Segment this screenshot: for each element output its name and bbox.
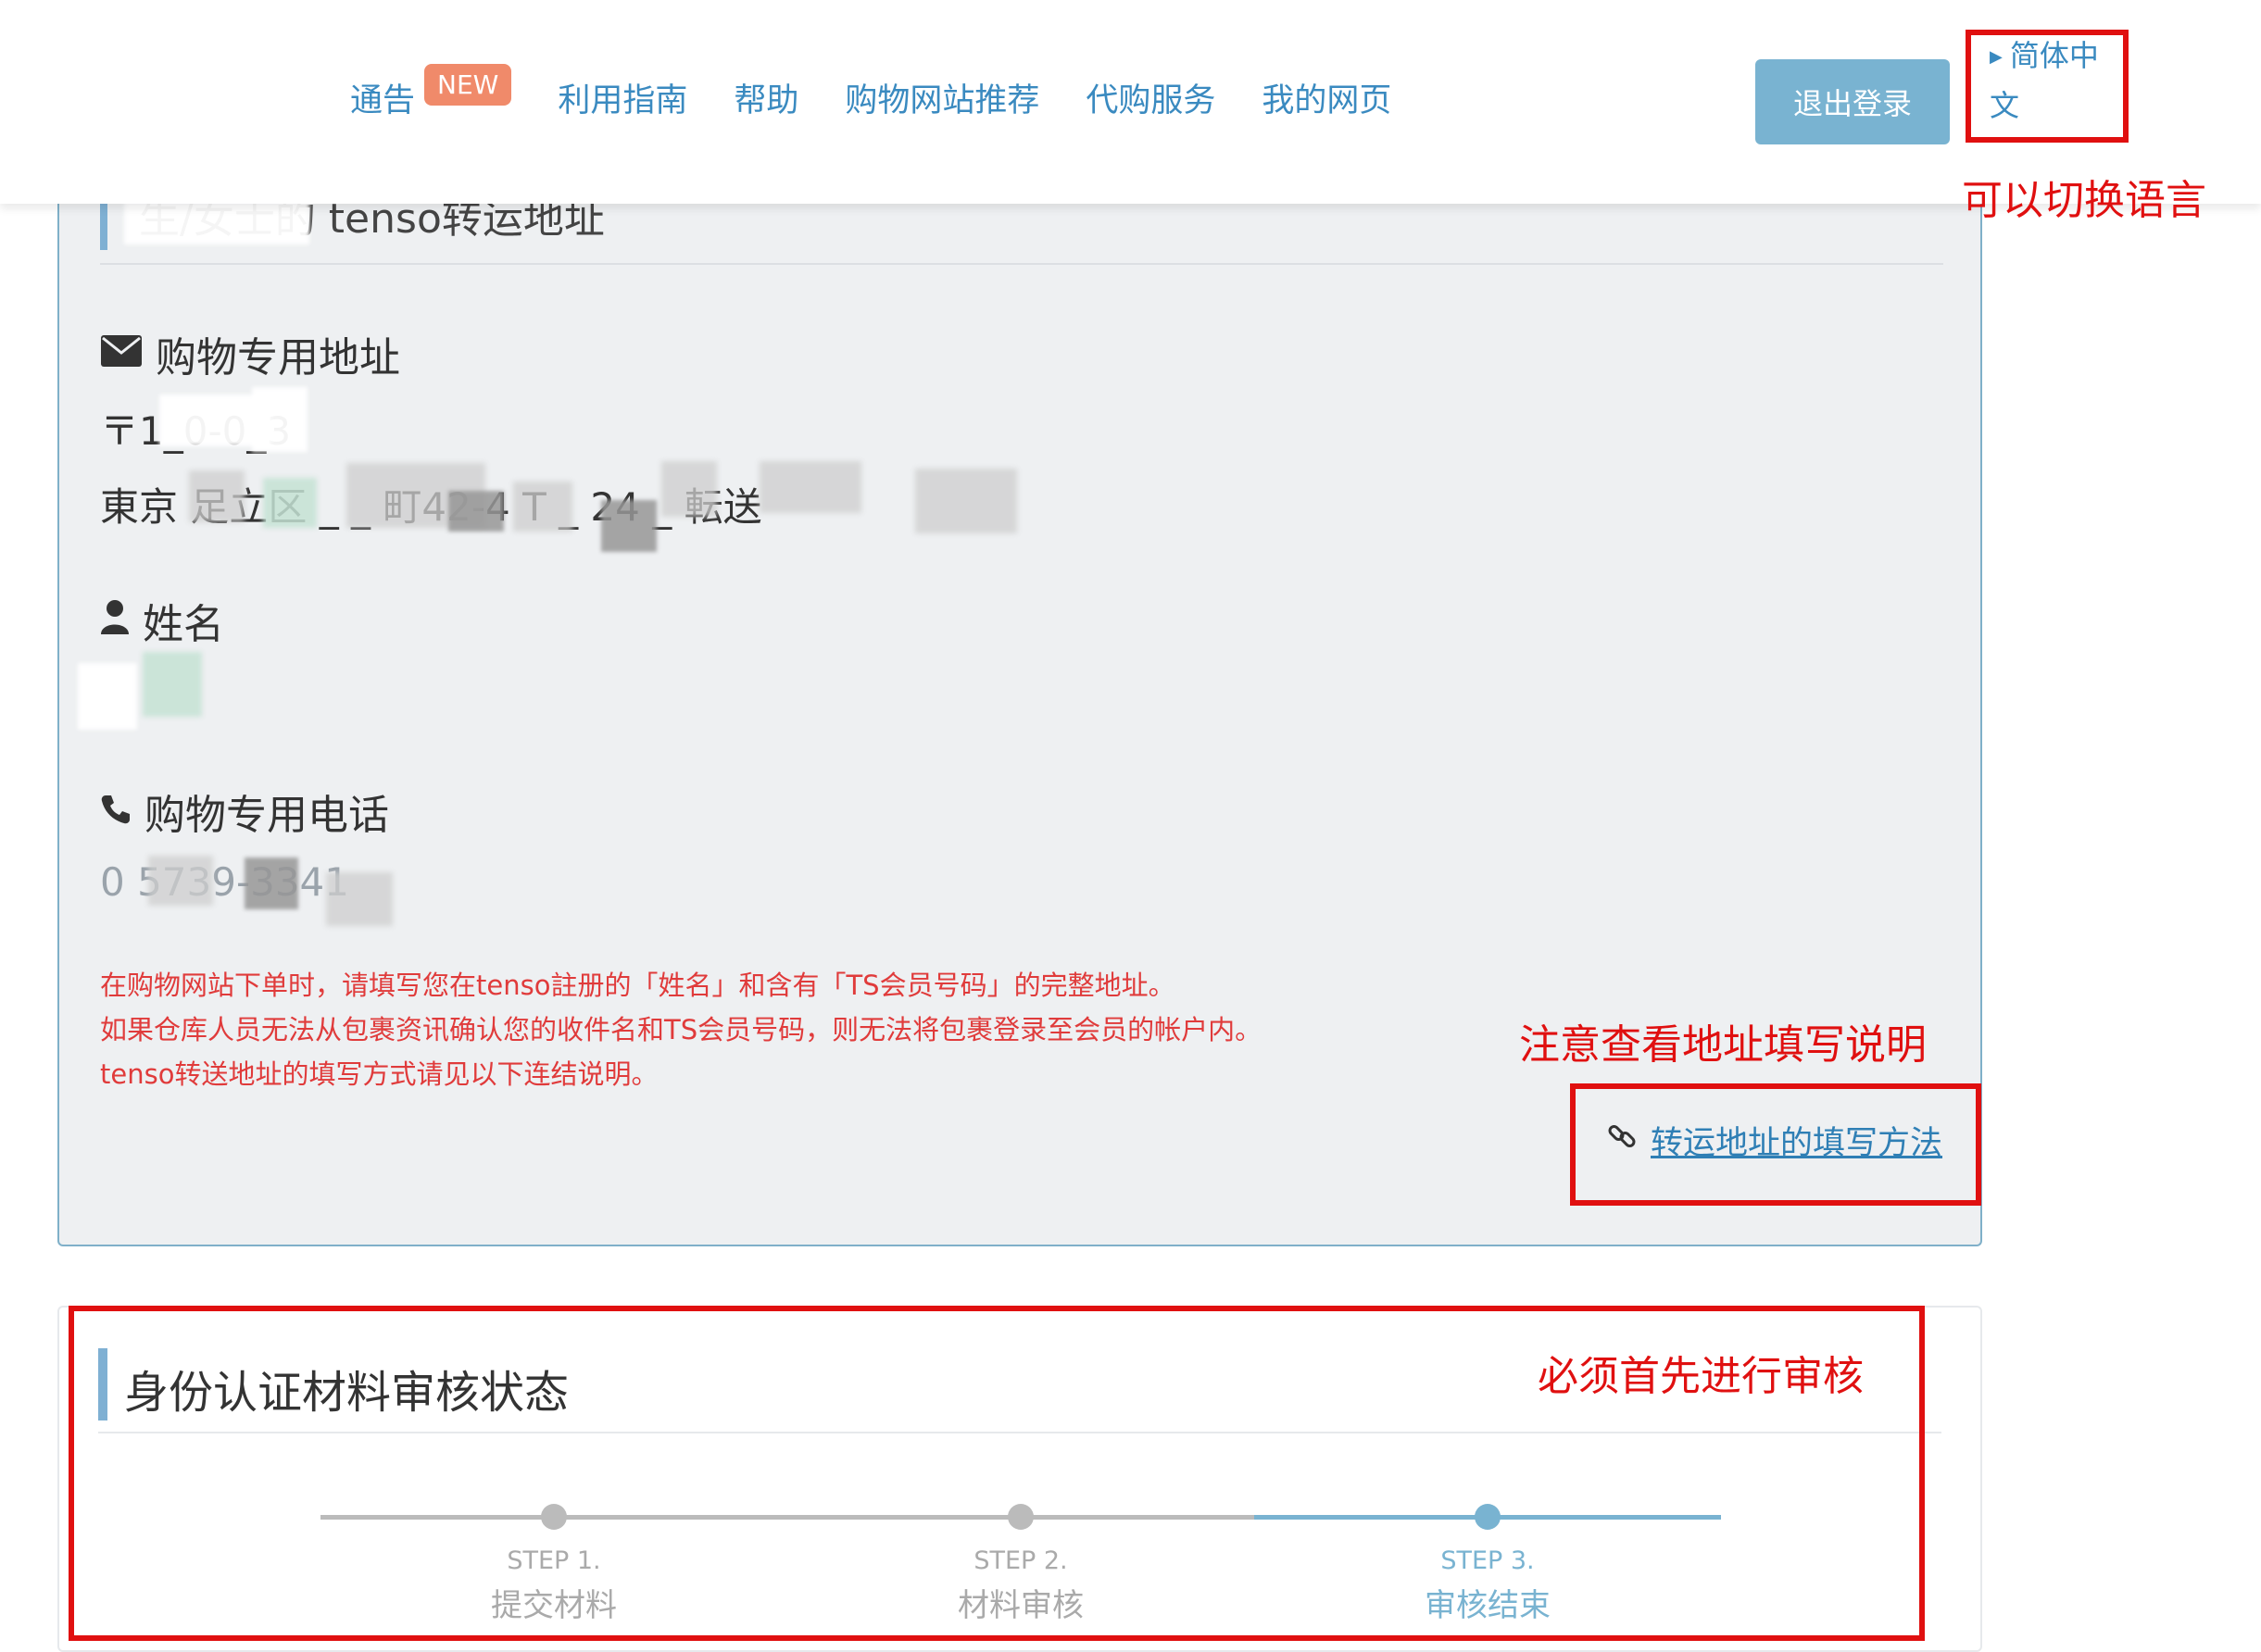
- nav-help[interactable]: 帮助: [734, 74, 798, 121]
- redaction: [326, 872, 393, 926]
- name-label: 姓名: [143, 601, 224, 648]
- notice-line: tenso转送地址的填写方式请见以下连结说明。: [100, 1058, 659, 1090]
- step-2-dot: [1008, 1504, 1034, 1530]
- redaction: [245, 857, 298, 909]
- step-2-name: 材料审核: [958, 1587, 1084, 1624]
- step-3-name: 审核结束: [1425, 1587, 1551, 1624]
- language-label-line2: 文: [1990, 88, 2020, 123]
- language-label-line1: 简体中: [2009, 38, 2099, 73]
- step-1-label: STEP 1.: [507, 1546, 601, 1575]
- nav-proxy-purchase[interactable]: 代购服务: [1086, 74, 1215, 121]
- name-heading: 姓名: [100, 591, 224, 650]
- redaction: [189, 470, 245, 522]
- redaction: [513, 482, 572, 532]
- notice-line: 在购物网站下单时，请填写您在tenso註册的「姓名」和含有「TS会员号码」的完整…: [100, 970, 1175, 1001]
- redaction: [601, 500, 657, 552]
- divider: [100, 263, 1943, 265]
- caret-right-icon: ▶: [1990, 47, 2003, 67]
- title-accent-bar: [98, 1348, 107, 1420]
- nav-shop-recommendations[interactable]: 购物网站推荐: [845, 74, 1039, 121]
- envelope-icon: [100, 331, 143, 378]
- redaction: [661, 461, 717, 517]
- step-1-dot: [541, 1504, 567, 1530]
- top-header: 通告 NEW 利用指南 帮助 购物网站推荐 代购服务 我的网页 退出登录 ▶ 简体…: [0, 0, 2261, 204]
- main-nav: 通告 NEW 利用指南 帮助 购物网站推荐 代购服务 我的网页: [350, 64, 1438, 121]
- phone-heading: 购物专用电话: [100, 782, 389, 841]
- shopping-address-heading: 购物专用地址: [100, 324, 400, 383]
- redaction: [124, 200, 309, 244]
- redaction: [760, 461, 861, 513]
- divider: [98, 1432, 1941, 1433]
- phone-label: 购物专用电话: [144, 792, 389, 839]
- status-title: 身份认证材料审核状态: [124, 1367, 570, 1419]
- nav-my-page[interactable]: 我的网页: [1262, 74, 1391, 121]
- phone-icon: [100, 788, 132, 835]
- address-notice: 在购物网站下单时，请填写您在tenso註册的「姓名」和含有「TS会员号码」的完整…: [100, 963, 1262, 1096]
- forwarding-address-panel: 生/女士的 tenso转运地址 购物专用地址 〒1_0-0_3 東京 足立区 _…: [57, 148, 1982, 1246]
- redaction: [263, 478, 317, 528]
- redaction: [252, 387, 308, 452]
- redaction: [143, 652, 202, 717]
- redaction: [148, 856, 213, 906]
- step-2-label: STEP 2.: [973, 1546, 1068, 1575]
- language-annotation: 可以切换语言: [1962, 177, 2206, 224]
- howto-link-label: 转运地址的填写方法: [1651, 1125, 1943, 1162]
- nav-announcements[interactable]: 通告: [350, 74, 415, 121]
- redaction: [78, 663, 137, 730]
- shopping-address-label: 购物专用地址: [156, 334, 400, 382]
- logout-button[interactable]: 退出登录: [1755, 59, 1950, 144]
- link-icon: [1606, 1120, 1638, 1160]
- redaction: [448, 491, 504, 532]
- address-annotation: 注意查看地址填写说明: [1519, 1021, 1927, 1069]
- user-icon: [100, 597, 130, 645]
- phone-number: 0 5739-3341: [100, 859, 350, 905]
- notice-line: 如果仓库人员无法从包裹资讯确认您的收件名和TS会员号码，则无法将包裹登录至会员的…: [100, 1014, 1262, 1045]
- step-3-label: STEP 3.: [1440, 1546, 1535, 1575]
- address-howto-link[interactable]: 转运地址的填写方法: [1606, 1117, 1942, 1164]
- nav-usage-guide[interactable]: 利用指南: [558, 74, 687, 121]
- review-annotation: 必须首先进行审核: [1538, 1353, 1864, 1400]
- progress-track: [320, 1515, 1254, 1520]
- language-switcher[interactable]: ▶ 简体中 文: [1990, 33, 2119, 128]
- redaction: [915, 469, 1017, 533]
- step-3-dot: [1475, 1504, 1501, 1530]
- step-1-name: 提交材料: [491, 1587, 617, 1624]
- new-badge: NEW: [424, 64, 512, 106]
